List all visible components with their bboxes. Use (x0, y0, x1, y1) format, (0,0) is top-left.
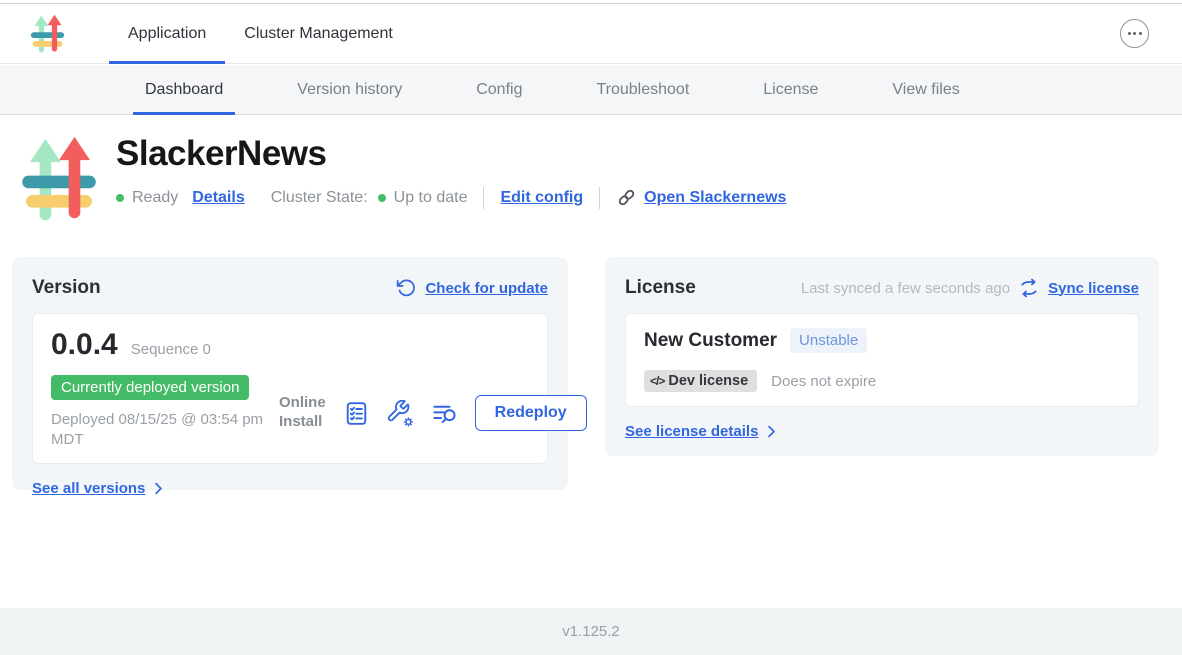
overflow-menu-button[interactable] (1120, 19, 1149, 48)
page-title: SlackerNews (116, 135, 786, 174)
license-type-tag: </> Dev license (644, 370, 757, 392)
channel-badge: Unstable (790, 328, 867, 353)
current-version-panel: 0.0.4 Sequence 0 Currently deployed vers… (32, 313, 548, 464)
tab-cluster-management[interactable]: Cluster Management (225, 4, 412, 63)
details-link[interactable]: Details (192, 189, 244, 207)
dashboard-sub-navigation: Dashboard Version history Config Trouble… (0, 65, 1182, 115)
app-tabs: Application Cluster Management (109, 4, 412, 63)
top-navigation-bar: Application Cluster Management (0, 4, 1182, 64)
subtab-config[interactable]: Config (464, 65, 534, 114)
slackernews-logo-icon (30, 13, 65, 55)
version-card-title: Version (32, 277, 101, 299)
last-synced-text: Last synced a few seconds ago (801, 280, 1010, 297)
subtab-view-files[interactable]: View files (880, 65, 971, 114)
version-card: Version Check for update 0.0.4 Sequence … (12, 257, 568, 490)
sync-license-link[interactable]: Sync license (1048, 280, 1139, 297)
license-summary-panel: New Customer Unstable </> Dev license Do… (625, 313, 1139, 407)
open-app-link[interactable]: Open Slackernews (644, 189, 786, 207)
license-type-text: Dev license (668, 373, 748, 389)
config-wrench-icon[interactable] (387, 400, 414, 427)
cluster-state-label: Cluster State: (271, 189, 368, 207)
subtab-license[interactable]: License (751, 65, 830, 114)
chevron-right-icon (765, 425, 778, 438)
app-logo-icon (20, 133, 98, 226)
edit-config-link[interactable]: Edit config (500, 189, 583, 207)
divider (483, 187, 484, 209)
refresh-icon (396, 278, 416, 298)
ellipsis-icon (1133, 32, 1136, 35)
link-chain-icon (616, 187, 637, 208)
subtab-version-history[interactable]: Version history (285, 65, 414, 114)
open-app-link-group[interactable]: Open Slackernews (616, 187, 786, 208)
app-status-text: Ready (132, 189, 178, 207)
app-status-dot-icon (116, 194, 124, 202)
cluster-state-text: Up to date (394, 189, 468, 207)
app-header: SlackerNews Ready Details Cluster State:… (20, 133, 786, 226)
cluster-status-dot-icon (378, 194, 386, 202)
code-icon: </> (650, 374, 664, 388)
redeploy-button[interactable]: Redeploy (475, 395, 587, 431)
deployed-timestamp: Deployed 08/15/25 @ 03:54 pm MDT (51, 410, 279, 449)
ellipsis-icon (1128, 32, 1131, 35)
customer-name: New Customer (644, 330, 777, 352)
see-license-details-link[interactable]: See license details (625, 423, 758, 440)
ellipsis-icon (1139, 32, 1142, 35)
sequence-label: Sequence 0 (131, 341, 211, 358)
install-type-label: Online Install (279, 394, 326, 432)
see-all-versions-link[interactable]: See all versions (32, 480, 145, 497)
deployed-status-badge: Currently deployed version (51, 375, 249, 400)
console-version-text: v1.125.2 (562, 623, 620, 640)
logs-search-icon[interactable] (431, 400, 458, 427)
license-card: License Last synced a few seconds ago Sy… (605, 257, 1159, 456)
version-number: 0.0.4 (51, 328, 118, 362)
license-expiry-text: Does not expire (771, 373, 876, 390)
app-status-row: Ready Details Cluster State: Up to date … (116, 187, 786, 209)
sync-arrows-icon (1019, 278, 1039, 298)
chevron-right-icon (152, 482, 165, 495)
page-footer: v1.125.2 (0, 608, 1182, 655)
check-for-update-link[interactable]: Check for update (425, 280, 548, 297)
preflight-checks-icon[interactable] (343, 400, 370, 427)
tab-application[interactable]: Application (109, 4, 225, 63)
subtab-dashboard[interactable]: Dashboard (133, 65, 235, 114)
license-card-title: License (625, 277, 696, 299)
divider (599, 187, 600, 209)
subtab-troubleshoot[interactable]: Troubleshoot (584, 65, 701, 114)
